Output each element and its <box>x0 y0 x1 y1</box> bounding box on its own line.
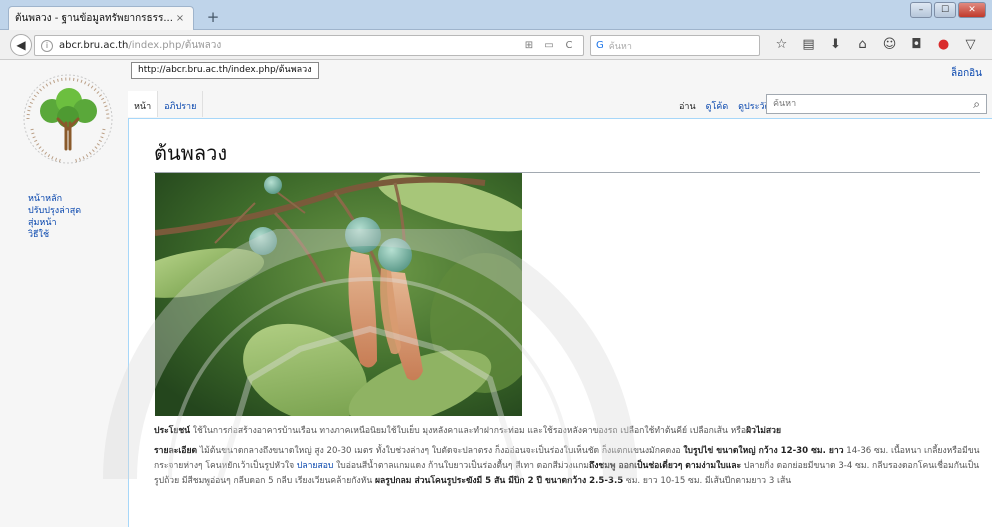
page-tabs: หน้า อภิปราย <box>128 91 204 117</box>
benefit-highlight: ผิวไม่สวย <box>746 426 782 436</box>
detail-label: รายละเอียด <box>154 446 198 456</box>
detail-text-a: ไม้ต้นขนาดกลางถึงขนาดใหญ่ สูง 20-30 เมตร… <box>197 446 684 456</box>
browser-tab-title: ต้นพลวง - ฐานข้อมูลทรัพยากรธรร... <box>15 13 173 24</box>
plant-photo[interactable] <box>155 173 522 416</box>
tab-page[interactable]: หน้า <box>128 91 159 117</box>
tab-view-source[interactable]: ดูโค้ด <box>701 91 734 117</box>
url-text[interactable]: abcr.bru.ac.th/index.php/ต้นพลวง <box>59 38 517 53</box>
benefit-text: ใช้ในการก่อสร้างอาคารบ้านเรือน ทางภาคเหน… <box>190 426 747 436</box>
url-path: /index.php/ต้นพลวง <box>128 40 222 51</box>
download-icon[interactable]: ⬇ <box>822 36 849 54</box>
browser-tab-strip: ต้นพลวง - ฐานข้อมูลทรัพยากรธรร... × + – … <box>0 0 992 30</box>
sidebar-item-random-page[interactable]: สุ่มหน้า <box>28 217 81 229</box>
shield-icon[interactable]: ▽ <box>957 36 984 54</box>
browser-toolbar: ☆▤⬇⌂☺◘●▽≡ <box>768 36 992 54</box>
reading-list-icon[interactable]: ▤ <box>795 36 822 54</box>
search-engine-icon[interactable]: G <box>596 40 604 51</box>
adblock-icon[interactable]: ● <box>930 36 957 54</box>
tab-read[interactable]: อ่าน <box>674 91 701 117</box>
sidebar-item-help[interactable]: วิธีใช้ <box>28 229 81 241</box>
url-host: abcr.bru.ac.th <box>59 40 129 51</box>
maximize-button[interactable]: ☐ <box>934 2 956 18</box>
browser-tab[interactable]: ต้นพลวง - ฐานข้อมูลทรัพยากรธรร... × <box>8 6 194 30</box>
detail-highlight-leaf: ใบรูปไข่ ขนาดใหญ่ กว้าง 12-30 ซม. ยาว <box>683 446 844 456</box>
minimize-button[interactable]: – <box>910 2 932 18</box>
browser-search-bar[interactable]: G ค้นหา <box>590 35 760 56</box>
detail-text-c: ใบอ่อนสีน้ำตาลแกมแดง ก้านใบยาวเป็นร่องตื… <box>333 461 589 471</box>
site-info-icon[interactable]: i <box>41 39 53 52</box>
wiki-search-input[interactable] <box>773 99 974 109</box>
window-controls: – ☐ ✕ <box>910 2 986 18</box>
browser-nav-bar: ◀ i abcr.bru.ac.th/index.php/ต้นพลวง ⊞ ▭… <box>0 30 992 60</box>
site-logo[interactable] <box>22 73 114 165</box>
home-icon[interactable]: ⌂ <box>849 36 876 54</box>
login-link[interactable]: ล็อกอิน <box>951 66 982 81</box>
article-content: ต้นพลวง ประโยชน์ ใช้ในการก่อสร้างอาคารบ้… <box>128 118 992 527</box>
tab-discussion[interactable]: อภิปราย <box>158 91 204 117</box>
menu-icon[interactable]: ≡ <box>984 36 992 54</box>
bookmark-star-icon[interactable]: ☆ <box>768 36 795 54</box>
detail-link[interactable]: ปลายสอบ <box>297 461 333 471</box>
reader-view-icon[interactable]: ⊞ <box>521 40 537 51</box>
close-tab-icon[interactable]: × <box>173 13 187 24</box>
url-bar[interactable]: i abcr.bru.ac.th/index.php/ต้นพลวง ⊞ ▭ C <box>34 35 584 56</box>
detail-paragraph: รายละเอียด ไม้ต้นขนาดกลางถึงขนาดใหญ่ สูง… <box>154 444 984 489</box>
browser-search-placeholder: ค้นหา <box>608 41 632 52</box>
pocket-icon[interactable]: ◘ <box>903 36 930 54</box>
detail-text-e: ซม. ยาว 10-15 ซม. มีเส้นปีกตามยาว 3 เส้น <box>623 476 792 486</box>
sidebar-navigation: หน้าหลัก ปรับปรุงล่าสุด สุ่มหน้า วิธีใช้ <box>28 193 81 241</box>
reload-icon[interactable]: C <box>561 40 577 51</box>
page-title: ต้นพลวง <box>154 137 980 173</box>
detail-highlight-fruit: ผลรูปกลม ส่วนโคนรูประฆังมี 5 สัน มีปีก 2… <box>374 476 624 486</box>
sidebar-item-main-page[interactable]: หน้าหลัก <box>28 193 81 205</box>
link-status-tooltip: http://abcr.bru.ac.th/index.php/ต้นพลวง <box>131 62 319 79</box>
back-button[interactable]: ◀ <box>10 34 32 56</box>
benefit-label: ประโยชน์ <box>154 426 191 436</box>
benefit-paragraph: ประโยชน์ ใช้ในการก่อสร้างอาคารบ้านเรือน … <box>154 424 984 439</box>
page-action-icon[interactable]: ▭ <box>541 40 557 51</box>
close-window-button[interactable]: ✕ <box>958 2 986 18</box>
new-tab-button[interactable]: + <box>204 8 222 26</box>
wiki-page: http://abcr.bru.ac.th/index.php/ต้นพลวง … <box>0 61 992 527</box>
wiki-search-box: ⌕ <box>766 94 987 114</box>
search-icon[interactable]: ⌕ <box>973 97 980 112</box>
sidebar-item-recent-changes[interactable]: ปรับปรุงล่าสุด <box>28 205 81 217</box>
view-tabs: อ่าน ดูโค้ด ดูประวัติ <box>674 91 775 117</box>
chat-icon[interactable]: ☺ <box>876 36 903 54</box>
detail-highlight-flower: ถึงชมพู ออกเป็นช่อเดี่ยวๆ ตามง่ามใบและ <box>588 461 742 471</box>
